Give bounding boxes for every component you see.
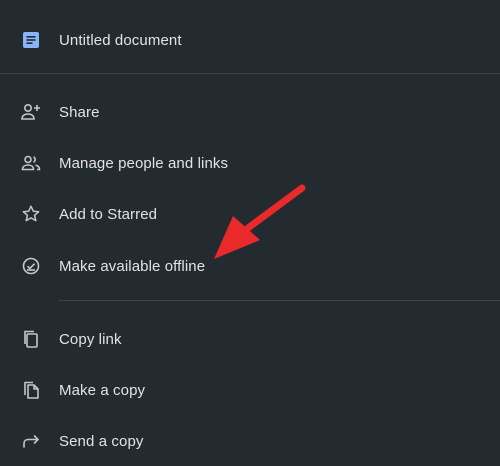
menu-item-label: Make a copy [59,381,146,399]
document-title: Untitled document [59,31,182,49]
divider [59,300,500,301]
menu-item-manage-people[interactable]: Manage people and links [0,143,500,183]
menu-item-copy-link[interactable]: Copy link [0,319,500,359]
star-icon [20,203,42,225]
person-add-icon [20,101,42,123]
file-copy-icon [20,379,42,401]
menu-item-label: Add to Starred [59,205,158,223]
menu-item-make-available-offline[interactable]: Make available offline [0,246,500,286]
people-icon [20,152,42,174]
menu-item-add-to-starred[interactable]: Add to Starred [0,194,500,234]
offline-check-icon [20,255,42,277]
divider [0,73,500,74]
menu-item-share[interactable]: Share [0,92,500,132]
menu-item-label: Manage people and links [59,154,229,172]
menu-item-label: Make available offline [59,257,206,275]
document-title-row[interactable]: Untitled document [0,20,500,60]
menu-item-label: Share [59,103,100,121]
menu-item-label: Copy link [59,330,122,348]
docs-document-icon [20,29,42,51]
menu-item-make-a-copy[interactable]: Make a copy [0,370,500,410]
copy-icon [20,328,42,350]
file-options-menu: Untitled document Share Manage people an… [0,0,500,466]
menu-item-send-a-copy[interactable]: Send a copy [0,421,500,461]
menu-item-label: Send a copy [59,432,144,450]
forward-arrow-icon [20,430,42,452]
